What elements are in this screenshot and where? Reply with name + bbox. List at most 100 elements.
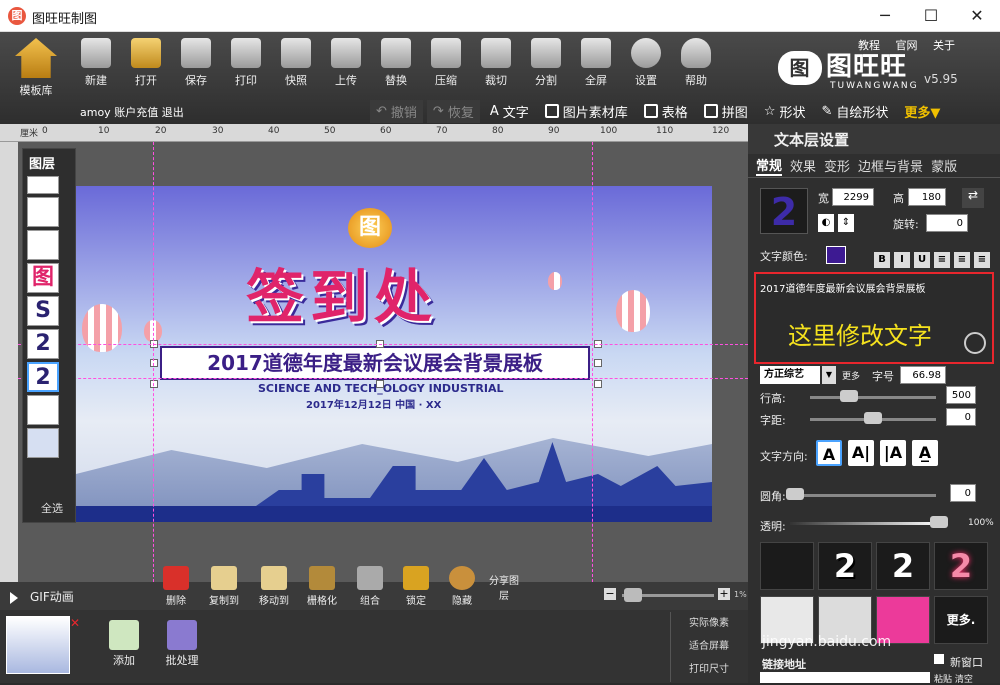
share-layer-button[interactable]: 分享图层	[486, 572, 522, 602]
spacing-knob[interactable]	[864, 412, 882, 424]
tab-mask[interactable]: 蒙版	[931, 156, 957, 175]
link-input[interactable]	[760, 672, 930, 683]
zoom-magnifier-icon[interactable]	[964, 332, 986, 354]
text-style-preset[interactable]: 2	[934, 542, 988, 590]
poster-main-title[interactable]: 签到处	[246, 250, 438, 334]
zoom-out-button[interactable]: −	[604, 588, 616, 600]
custom-shape-button[interactable]: ✎ 自绘形状	[815, 100, 894, 123]
text-direction-horizontal[interactable]: A	[816, 440, 842, 466]
fit-screen-button[interactable]: 适合屏幕	[671, 635, 748, 658]
opacity-slider[interactable]	[790, 522, 940, 525]
text-style-preset[interactable]: 2	[818, 542, 872, 590]
underline-button[interactable]: U	[914, 252, 930, 268]
replace-button[interactable]: 替换	[374, 38, 418, 88]
more-button[interactable]: 更多▼	[898, 100, 946, 123]
rotate-input[interactable]: 0	[926, 214, 968, 232]
close-thumb-icon[interactable]: ✕	[70, 616, 80, 630]
text-style-preset[interactable]	[760, 542, 814, 590]
line-height-slider[interactable]	[810, 396, 936, 399]
print-size-button[interactable]: 打印尺寸	[671, 658, 748, 681]
resize-handle[interactable]	[150, 359, 158, 367]
opacity-knob[interactable]	[930, 516, 948, 528]
shape-button[interactable]: ☆ 形状	[758, 100, 812, 123]
resize-handle[interactable]	[594, 380, 602, 388]
lock-button[interactable]: 锁定	[396, 566, 436, 607]
line-height-input[interactable]: 500	[946, 386, 976, 404]
radius-knob[interactable]	[786, 488, 804, 500]
poster-subtitle-text-layer[interactable]: 2017道德年度最新会议展会背景展板	[160, 346, 590, 380]
compress-button[interactable]: 压缩	[424, 38, 468, 88]
font-select[interactable]: 方正综艺	[760, 366, 820, 384]
tab-transform[interactable]: 变形	[824, 156, 850, 175]
add-button[interactable]: 添加	[104, 620, 144, 668]
batch-button[interactable]: 批处理	[162, 620, 202, 668]
minimize-button[interactable]: ─	[862, 0, 908, 32]
spacing-input[interactable]: 0	[946, 408, 976, 426]
open-button[interactable]: 打开	[124, 38, 168, 88]
rasterize-button[interactable]: 栅格化	[302, 566, 342, 607]
image-material-button[interactable]: 图片素材库	[539, 100, 634, 123]
tab-general[interactable]: 常规	[756, 155, 783, 176]
redo-button[interactable]: ↷ 恢复	[426, 99, 480, 123]
text-tool-button[interactable]: A 文字	[484, 100, 535, 123]
print-button[interactable]: 打印	[224, 38, 268, 88]
gif-animation-button[interactable]: GIF动画	[10, 588, 74, 605]
layer-thumb[interactable]: 2	[27, 329, 59, 359]
radius-input[interactable]: 0	[950, 484, 976, 502]
text-direction-rotated[interactable]: A̲	[912, 440, 938, 466]
layer-thumb[interactable]	[27, 176, 59, 194]
layer-thumb[interactable]	[27, 395, 59, 425]
crop-button[interactable]: 裁切	[474, 38, 518, 88]
group-button[interactable]: 组合	[350, 566, 390, 607]
swap-icon[interactable]: ⇄	[962, 188, 984, 208]
font-more-link[interactable]: 更多	[842, 369, 860, 382]
layer-thumb[interactable]	[27, 428, 59, 458]
layer-thumb[interactable]	[27, 230, 59, 260]
snapshot-button[interactable]: 快照	[274, 38, 318, 88]
width-input[interactable]: 2299	[832, 188, 874, 206]
height-input[interactable]: 180	[908, 188, 946, 206]
delete-button[interactable]: 删除	[156, 566, 196, 607]
page-thumbnail[interactable]	[6, 616, 70, 674]
layer-thumb-selected[interactable]: 2	[27, 362, 59, 392]
settings-button[interactable]: 设置	[624, 38, 668, 88]
template-library-button[interactable]: 模板库	[8, 38, 64, 98]
resize-handle[interactable]	[376, 380, 384, 388]
text-direction-vertical-rtl[interactable]: |A	[880, 440, 906, 466]
help-button[interactable]: 帮助	[674, 38, 718, 88]
align-left-button[interactable]: ≡	[934, 252, 950, 268]
hide-button[interactable]: 隐藏	[442, 566, 482, 607]
text-direction-vertical[interactable]: A|	[848, 440, 874, 466]
text-color-swatch[interactable]	[826, 246, 846, 264]
line-height-knob[interactable]	[840, 390, 858, 402]
save-button[interactable]: 保存	[174, 38, 218, 88]
poster-canvas[interactable]: 图 签到处 2017道德年度最新会议展会背景展板 SCIENCE AND TEC…	[76, 186, 712, 522]
resize-handle[interactable]	[150, 380, 158, 388]
font-size-input[interactable]: 66.98	[900, 366, 946, 384]
maximize-button[interactable]: ☐	[908, 0, 954, 32]
zoom-knob[interactable]	[624, 588, 642, 602]
zoom-in-button[interactable]: +	[718, 588, 730, 600]
collage-button[interactable]: 拼图	[698, 100, 754, 123]
tab-effects[interactable]: 效果	[790, 156, 816, 175]
move-to-button[interactable]: 移动到	[254, 566, 294, 607]
about-link[interactable]: 关于	[933, 39, 955, 52]
flip-vertical-icon[interactable]: ⇕	[838, 214, 854, 232]
actual-pixels-button[interactable]: 实际像素	[671, 612, 748, 635]
resize-handle[interactable]	[594, 359, 602, 367]
flip-horizontal-icon[interactable]: ◐	[818, 214, 834, 232]
new-button[interactable]: 新建	[74, 38, 118, 88]
fullscreen-button[interactable]: 全屏	[574, 38, 618, 88]
align-center-button[interactable]: ≡	[954, 252, 970, 268]
copy-to-button[interactable]: 复制到	[204, 566, 244, 607]
chevron-down-icon[interactable]: ▼	[822, 366, 836, 384]
close-button[interactable]: ✕	[954, 0, 1000, 32]
italic-button[interactable]: I	[894, 252, 910, 268]
table-button[interactable]: 表格	[638, 100, 694, 123]
text-style-preset[interactable]: 2	[876, 542, 930, 590]
select-all-button[interactable]: 全选	[41, 500, 63, 516]
tab-border-bg[interactable]: 边框与背景	[858, 156, 923, 175]
user-account-bar[interactable]: amoy 账户充值 退出	[80, 104, 184, 120]
split-button[interactable]: 分割	[524, 38, 568, 88]
layer-thumb[interactable]: S	[27, 296, 59, 326]
